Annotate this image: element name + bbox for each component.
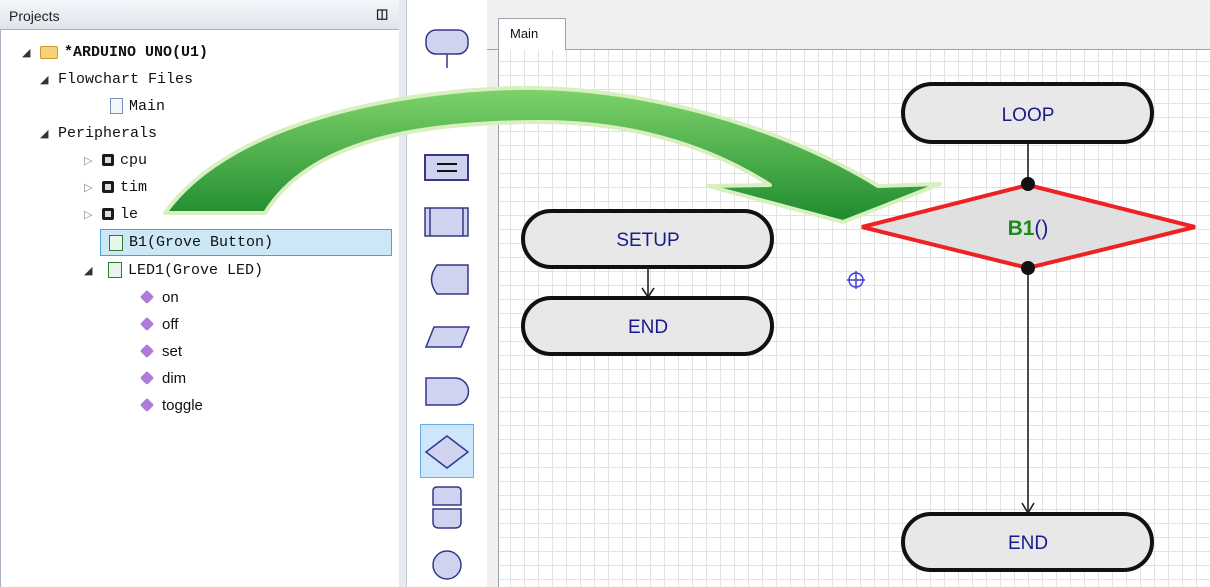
tree-item-label: cpu [120,151,148,169]
tree-item-method-dim[interactable]: dim [139,366,187,390]
tree-item-main[interactable]: Main [110,94,165,118]
tree-item-method-toggle[interactable]: toggle [139,393,203,417]
decision-block-tool[interactable] [424,435,470,469]
tree-item-label: dim [162,369,187,387]
tree-item-label: le [120,205,139,223]
projects-panel: Projects ◫ ◢ *ARDUINO UNO(U1) ◢ Flowchar… [0,0,400,587]
tree-item-label: on [162,288,179,306]
delay-block-tool[interactable] [425,377,470,406]
io-block-tool[interactable] [424,326,471,348]
assignment-block-tool[interactable] [424,154,469,181]
tree-item-b1-grove-button[interactable]: B1(Grove Button) [100,229,392,256]
method-icon [139,370,155,386]
tree-item-cpu[interactable]: ▷ cpu [84,148,147,172]
collapse-arrow-icon[interactable]: ◢ [40,127,52,140]
tree-item-label: Flowchart Files [58,70,194,88]
tree-item-arduino-uno[interactable]: ◢ *ARDUINO UNO(U1) [22,40,208,64]
tree-item-flowchart-files[interactable]: ◢ Flowchart Files [40,67,193,91]
expand-arrow-icon[interactable]: ▷ [84,208,96,221]
open-folder-icon [40,45,58,59]
tree-item-label: off [162,315,179,333]
projects-titlebar: Projects ◫ [0,0,399,30]
tree-item-method-off[interactable]: off [139,312,179,336]
tree-item-label: toggle [162,396,203,414]
tree-item-label: tim [120,178,148,196]
collapse-arrow-icon[interactable]: ◢ [84,264,96,277]
flowchart-canvas[interactable] [498,50,1210,587]
tree-item-label: LED1(Grove LED) [128,261,264,279]
chip-icon [102,154,114,166]
method-icon [139,343,155,359]
tree-item-label: *ARDUINO UNO(U1) [64,43,209,61]
tree-item-timer[interactable]: ▷ tim [84,175,147,199]
tree-item-label: set [162,342,183,360]
tree-item-method-set[interactable]: set [139,339,183,363]
loop-block-tool[interactable] [432,486,462,529]
collapse-arrow-icon[interactable]: ◢ [22,46,34,59]
peripheral-icon [108,262,122,278]
flowchart-editor: Main [487,0,1210,587]
expand-arrow-icon[interactable]: ▷ [84,154,96,167]
tree-item-led1-grove-led[interactable]: ◢ LED1(Grove LED) [84,258,263,282]
tree-item-label: B1(Grove Button) [129,234,274,251]
event-block-tool[interactable] [425,29,469,68]
projects-tree [0,30,399,587]
tree-item-label: Main [129,97,166,115]
expand-arrow-icon[interactable]: ▷ [84,181,96,194]
chip-icon [102,181,114,193]
method-icon [139,289,155,305]
collapse-arrow-icon[interactable]: ◢ [40,73,52,86]
connector-block-tool[interactable] [432,550,462,580]
shape-toolbar [407,0,487,587]
chip-icon [102,208,114,220]
peripheral-icon [109,234,123,251]
end-block-tool[interactable] [425,101,469,127]
projects-title: Projects [9,8,60,24]
tree-item-label: Peripherals [58,124,158,142]
tree-item-led[interactable]: ▷ le [84,202,138,226]
tab-main[interactable]: Main [498,18,566,51]
editor-tabstrip [487,0,1210,50]
storage-block-tool[interactable] [430,264,469,295]
tree-item-method-on[interactable]: on [139,285,179,309]
tree-item-peripherals[interactable]: ◢ Peripherals [40,121,157,145]
subroutine-block-tool[interactable] [424,207,469,237]
panel-splitter[interactable] [399,0,407,587]
method-icon [139,397,155,413]
method-icon [139,316,155,332]
flowchart-file-icon [110,98,123,114]
restore-window-icon[interactable]: ◫ [376,6,388,22]
